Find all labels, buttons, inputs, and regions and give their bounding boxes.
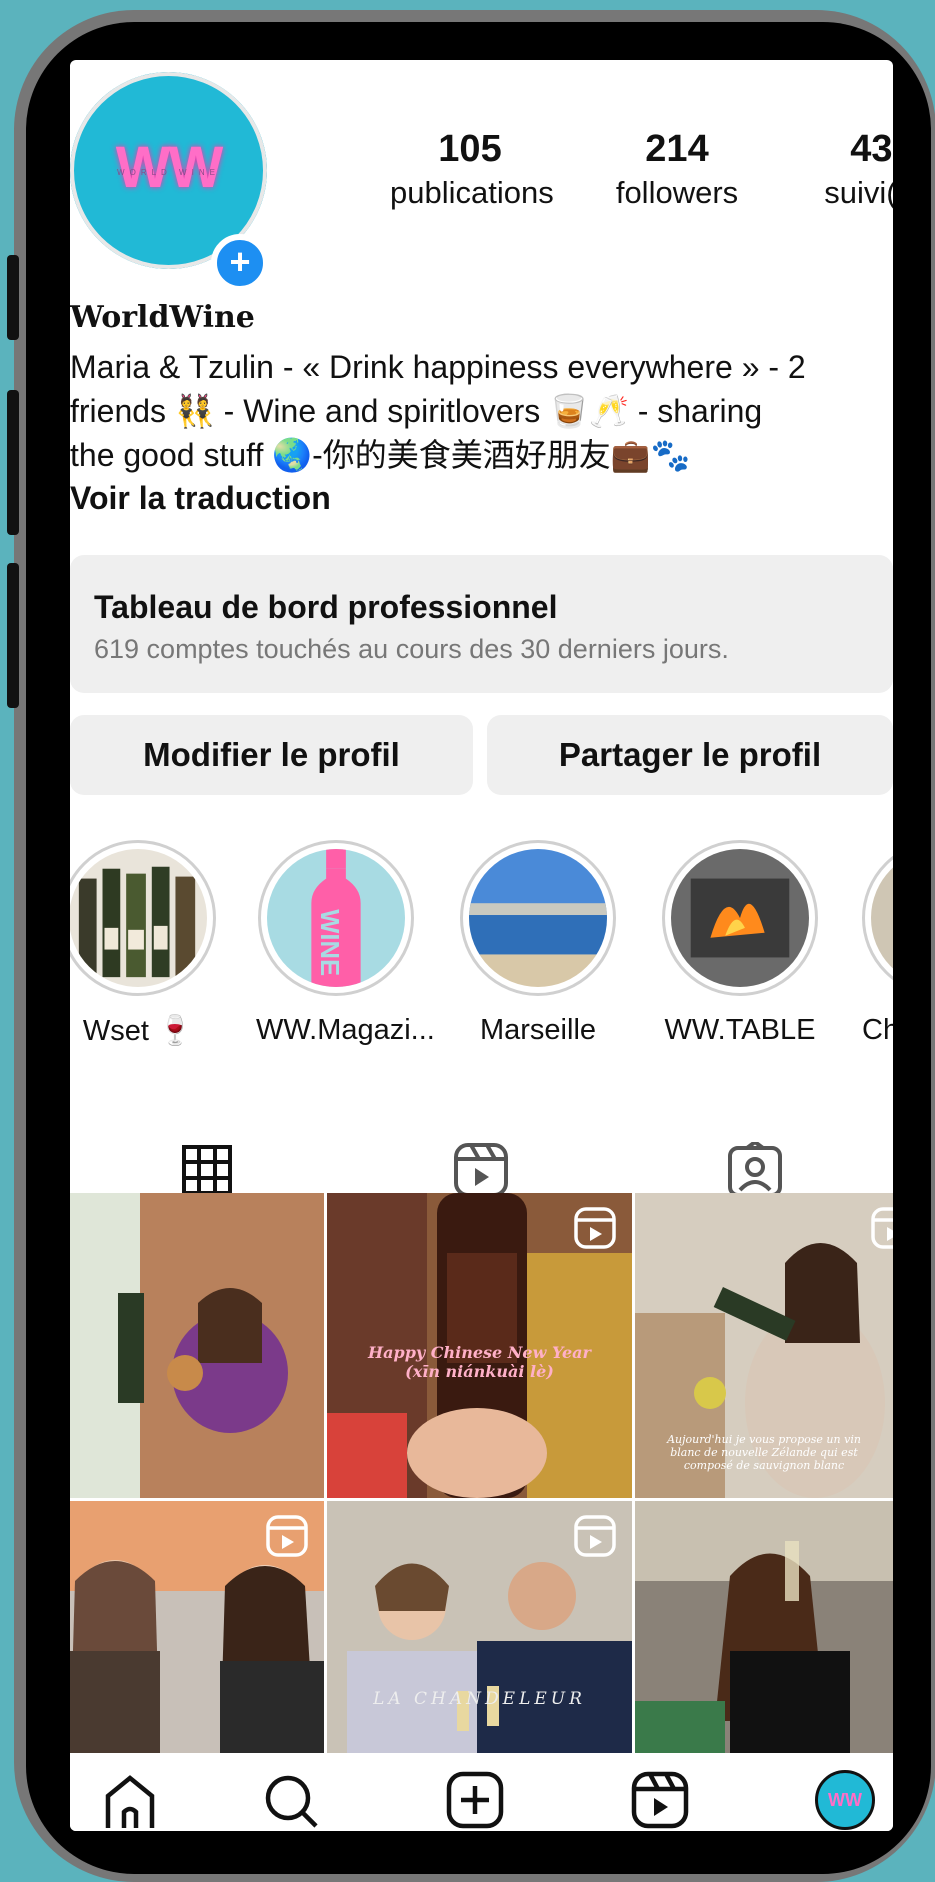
profile-bio: Maria & Tzulin - « Drink happiness every… bbox=[70, 349, 806, 473]
stat-following[interactable]: 435 suivi(e)s bbox=[802, 128, 893, 211]
highlight-wset[interactable]: Wset 🍷 bbox=[70, 840, 218, 1048]
edit-profile-button[interactable]: Modifier le profil bbox=[70, 715, 473, 795]
stat-label: suivi(e)s bbox=[824, 175, 893, 210]
post-tile-reel[interactable] bbox=[70, 1501, 324, 1753]
professional-dashboard[interactable]: Tableau de bord professionnel 619 compte… bbox=[70, 555, 893, 693]
svg-text:WINE: WINE bbox=[315, 909, 343, 976]
post-caption: Happy Chinese New Year (xīn niánkuài lè) bbox=[368, 1343, 591, 1381]
highlight-label: Ch bbox=[862, 1014, 893, 1046]
highlight-image bbox=[671, 849, 809, 987]
post-tile[interactable] bbox=[70, 1193, 324, 1498]
avatar-logo-text: WW bbox=[828, 1789, 862, 1810]
phone-side-button bbox=[7, 563, 19, 708]
highlight-image bbox=[871, 849, 893, 987]
highlight-label: WW.Magazi... bbox=[256, 1014, 435, 1046]
profile-avatar[interactable]: WW bbox=[815, 1770, 875, 1830]
translate-link[interactable]: Voir la traduction bbox=[70, 480, 331, 517]
stat-value: 105 bbox=[438, 128, 502, 170]
highlight-label: WW.TABLE bbox=[664, 1014, 816, 1046]
highlight-marseille[interactable]: Marseille bbox=[458, 840, 618, 1047]
highlight-image bbox=[70, 849, 207, 987]
phone-side-button bbox=[7, 390, 19, 535]
instagram-profile-screen: WW WORLD WINE + 105 publications 214 fol… bbox=[70, 60, 893, 1831]
reels-icon[interactable] bbox=[630, 1770, 690, 1830]
reels-icon bbox=[574, 1207, 616, 1249]
highlight-label: Marseille bbox=[479, 1014, 597, 1046]
highlight-magazine[interactable]: WINE WW.Magazi... bbox=[256, 840, 435, 1047]
profile-name: WorldWine bbox=[70, 300, 255, 335]
reels-icon bbox=[871, 1207, 893, 1249]
new-post-icon[interactable] bbox=[445, 1770, 505, 1830]
stat-label: publications bbox=[390, 175, 554, 210]
highlight-image bbox=[469, 849, 607, 987]
reels-icon bbox=[574, 1515, 616, 1557]
post-tile-reel[interactable]: LA CHANDELEUR bbox=[327, 1501, 632, 1753]
reels-icon bbox=[454, 1143, 508, 1197]
post-tile-reel[interactable]: Happy Chinese New Year (xīn niánkuài lè) bbox=[327, 1193, 632, 1498]
dashboard-title: Tableau de bord professionnel bbox=[94, 589, 558, 625]
highlight-table[interactable]: WW.TABLE bbox=[660, 840, 820, 1047]
reels-icon bbox=[266, 1515, 308, 1557]
home-icon[interactable] bbox=[100, 1770, 160, 1830]
highlight-label: Wset 🍷 bbox=[82, 1015, 194, 1047]
dashboard-subtitle: 619 comptes touchés au cours des 30 dern… bbox=[94, 634, 729, 664]
stat-followers[interactable]: 214 followers bbox=[602, 128, 752, 211]
highlight-ch[interactable]: Ch bbox=[860, 840, 893, 1047]
stat-publications[interactable]: 105 publications bbox=[390, 128, 554, 211]
post-tile[interactable] bbox=[635, 1501, 893, 1753]
search-icon[interactable] bbox=[260, 1770, 320, 1830]
stat-label: followers bbox=[615, 175, 739, 210]
highlight-image: WINE bbox=[267, 849, 405, 987]
profile-avatar[interactable]: WW WORLD WINE + bbox=[70, 72, 275, 292]
bottom-navigation: WW bbox=[70, 1760, 893, 1831]
stat-value: 214 bbox=[645, 128, 709, 170]
post-tile-reel[interactable]: Aujourd'hui je vous propose un vin blanc… bbox=[635, 1193, 893, 1498]
add-story-icon[interactable]: + bbox=[211, 234, 269, 292]
phone-side-button bbox=[7, 255, 19, 340]
stat-value: 435 bbox=[850, 128, 893, 170]
post-caption: Aujourd'hui je vous propose un vin blanc… bbox=[667, 1433, 861, 1472]
share-profile-button[interactable]: Partager le profil bbox=[487, 715, 893, 795]
tagged-icon bbox=[728, 1142, 782, 1197]
grid-icon bbox=[182, 1145, 232, 1195]
post-caption: LA CHANDELEUR bbox=[373, 1689, 586, 1709]
